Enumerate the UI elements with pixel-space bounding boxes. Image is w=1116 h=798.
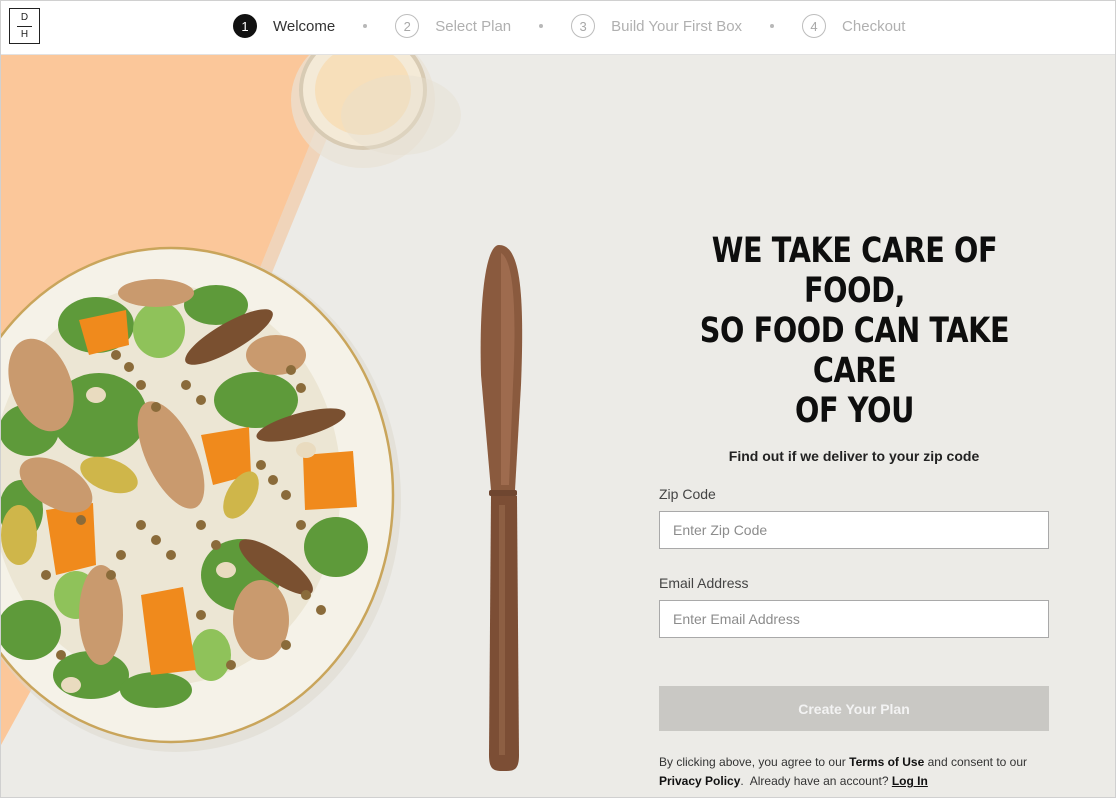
step-separator [770,24,775,28]
create-plan-button[interactable]: Create Your Plan [659,686,1049,731]
page: D H 1 Welcome 2 Select Plan 3 Build Your… [0,0,1116,798]
step-welcome[interactable]: 1 Welcome [233,14,335,38]
legal-text: and consent to our [927,755,1028,769]
salad-plate-icon [1,246,401,752]
step-checkout[interactable]: 4 Checkout [802,14,905,38]
logo-divider [17,26,32,27]
headline-line: OF YOU [794,391,915,431]
step-number: 2 [395,14,420,38]
email-label: Email Address [659,575,749,591]
zip-label: Zip Code [659,486,716,502]
step-label: Welcome [273,17,336,35]
zip-field [659,511,1049,549]
step-label: Checkout [842,17,906,35]
top-nav: D H 1 Welcome 2 Select Plan 3 Build Your… [1,1,1115,55]
step-number: 3 [571,14,596,38]
headline-line: WE TAKE CARE OF FOOD, [711,231,998,311]
signup-panel: WE TAKE CARE OF FOOD, SO FOOD CAN TAKE C… [659,231,1049,791]
brand-logo[interactable]: D H [9,8,40,44]
knife-icon [480,245,523,771]
progress-steps: 1 Welcome 2 Select Plan 3 Build Your Fir… [233,13,905,39]
legal-notice: By clicking above, you agree to our Term… [659,755,1028,788]
email-input[interactable] [673,611,1048,627]
email-field [659,600,1049,638]
hero: WE TAKE CARE OF FOOD, SO FOOD CAN TAKE C… [1,55,1115,797]
zip-input[interactable] [673,522,1048,538]
hero-subheadline: Find out if we deliver to your zip code [728,448,980,464]
step-number: 1 [233,14,257,38]
step-label: Build Your First Box [611,17,743,35]
headline-line: SO FOOD CAN TAKE CARE [699,311,1010,391]
step-number: 4 [802,14,827,38]
step-separator [363,24,368,28]
terms-link[interactable]: Terms of Use [849,755,924,769]
water-glass-icon [291,55,461,168]
step-separator [539,24,544,28]
step-build-box[interactable]: 3 Build Your First Box [571,14,742,38]
logo-letter-bottom: H [20,29,29,40]
step-label: Select Plan [435,17,512,35]
privacy-link[interactable]: Privacy Policy [659,774,740,788]
account-prompt: Already have an account? [749,774,889,788]
step-select-plan[interactable]: 2 Select Plan [395,14,511,38]
logo-letter-top: D [20,12,29,23]
legal-text: By clicking above, you agree to our [659,755,846,769]
login-link[interactable]: Log In [892,774,928,788]
hero-headline: WE TAKE CARE OF FOOD, SO FOOD CAN TAKE C… [660,231,1050,431]
